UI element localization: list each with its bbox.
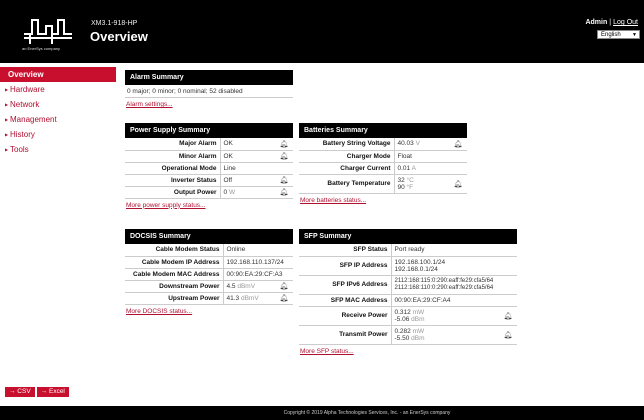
table-row: Output Power 0 W 🔔︎	[125, 186, 293, 199]
docsis-title: DOCSIS Summary	[125, 229, 293, 244]
export-buttons: → CSV → Excel	[5, 387, 69, 397]
more-power-supply-link[interactable]: More power supply status...	[126, 202, 293, 209]
table-row: Battery Temperature 32 °C 90 °F 🔔︎	[299, 174, 467, 194]
bell-icon[interactable]: 🔔︎	[275, 138, 293, 151]
alarm-summary-title: Alarm Summary	[125, 70, 293, 85]
sidebar-nav: Overview ▶ Hardware ▶ Network ▶ Management …	[0, 67, 116, 157]
user-area: Admin | Log Out	[585, 19, 638, 26]
alpha-logo	[24, 19, 72, 44]
docsis-table: Cable Modem Status Online Cable Modem IP …	[125, 244, 293, 305]
bell-icon[interactable]: 🔔︎	[275, 292, 293, 305]
export-csv-button[interactable]: → CSV	[5, 387, 35, 397]
logout-link[interactable]: Log Out	[613, 19, 638, 26]
power-supply-title: Power Supply Summary	[125, 123, 293, 138]
table-row: Cable Modem Status Online	[125, 244, 293, 257]
more-batteries-link[interactable]: More batteries status...	[300, 197, 467, 204]
docsis-panel: DOCSIS Summary Cable Modem Status Online …	[125, 229, 293, 315]
export-excel-button[interactable]: → Excel	[36, 387, 69, 397]
batteries-table: Battery String Voltage 40.03 V 🔔︎ Charger …	[299, 138, 467, 194]
table-row: SFP MAC Address 00:90:EA:29:CF:A4	[299, 294, 517, 307]
table-row: Battery String Voltage 40.03 V 🔔︎	[299, 138, 467, 151]
language-value: English	[601, 32, 621, 38]
bell-icon[interactable]: 🔔︎	[275, 280, 293, 293]
user-name: Admin	[585, 19, 608, 26]
sfp-panel: SFP Summary SFP Status Port ready SFP IP …	[299, 229, 517, 355]
table-row: Operational Mode Line	[125, 162, 293, 175]
table-row: Upstream Power 41.3 dBmV 🔔︎	[125, 292, 293, 305]
footer-copyright: Copyright © 2019 Alpha Technologies Serv…	[0, 406, 644, 420]
table-row: Charger Current 0.01 A	[299, 162, 467, 175]
nav-item-tools[interactable]: ▶ Tools	[0, 142, 116, 157]
table-row: Transmit Power 0.282 mW -5.50 dBm 🔔︎	[299, 325, 517, 345]
table-row: Cable Modem MAC Address 00:90:EA:29:CF:A3	[125, 268, 293, 281]
more-docsis-link[interactable]: More DOCSIS status...	[126, 308, 293, 315]
table-row: Downstream Power 4.5 dBmV 🔔︎	[125, 280, 293, 293]
bell-icon[interactable]: 🔔︎	[449, 138, 467, 151]
table-row: Inverter Status Off 🔔︎	[125, 174, 293, 187]
device-model: XM3.1-918-HP	[91, 20, 138, 27]
bell-icon[interactable]: 🔔︎	[499, 306, 517, 326]
language-select[interactable]: English ▼	[597, 30, 640, 39]
sfp-title: SFP Summary	[299, 229, 517, 244]
table-row: Charger Mode Float	[299, 150, 467, 163]
power-supply-panel: Power Supply Summary Major Alarm OK 🔔︎ Min…	[125, 123, 293, 209]
page-title: Overview	[90, 29, 148, 44]
alarm-summary-panel: Alarm Summary 0 major; 0 minor; 0 nomina…	[125, 70, 293, 108]
nav-item-history[interactable]: ▶ History	[0, 127, 116, 142]
table-row: Receive Power 0.312 mW -5.06 dBm 🔔︎	[299, 306, 517, 326]
alarm-settings-link[interactable]: Alarm settings...	[126, 101, 293, 108]
nav-item-overview[interactable]: Overview	[0, 67, 116, 82]
more-sfp-link[interactable]: More SFP status...	[300, 348, 517, 355]
alarm-counts: 0 major; 0 minor; 0 nominal; 52 disabled	[125, 85, 293, 98]
nav-item-hardware[interactable]: ▶ Hardware	[0, 82, 116, 97]
bell-icon[interactable]: 🔔︎	[275, 186, 293, 199]
table-row: SFP IPv6 Address 2112:168:115:0:290:eaff:…	[299, 275, 517, 295]
table-row: Major Alarm OK 🔔︎	[125, 138, 293, 151]
table-row: SFP Status Port ready	[299, 244, 517, 257]
power-supply-table: Major Alarm OK 🔔︎ Minor Alarm OK 🔔︎ Operatio…	[125, 138, 293, 199]
header-bar: an EnerSys company XM3.1-918-HP Overview…	[0, 0, 644, 63]
bell-icon[interactable]: 🔔︎	[499, 325, 517, 345]
batteries-panel: Batteries Summary Battery String Voltage…	[299, 123, 467, 204]
logo-tagline: an EnerSys company	[22, 46, 61, 51]
table-row: Minor Alarm OK 🔔︎	[125, 150, 293, 163]
bell-icon[interactable]: 🔔︎	[275, 174, 293, 187]
batteries-title: Batteries Summary	[299, 123, 467, 138]
bell-icon[interactable]: 🔔︎	[449, 174, 467, 194]
sfp-table: SFP Status Port ready SFP IP Address 192.1…	[299, 244, 517, 345]
bell-icon[interactable]: 🔔︎	[275, 150, 293, 163]
nav-item-management[interactable]: ▶ Management	[0, 112, 116, 127]
table-row: SFP IP Address 192.168.100.1/24 192.168.0.…	[299, 256, 517, 276]
nav-item-network[interactable]: ▶ Network	[0, 97, 116, 112]
chevron-down-icon: ▼	[632, 32, 637, 38]
table-row: Cable Modem IP Address 192.168.110.137/24	[125, 256, 293, 269]
